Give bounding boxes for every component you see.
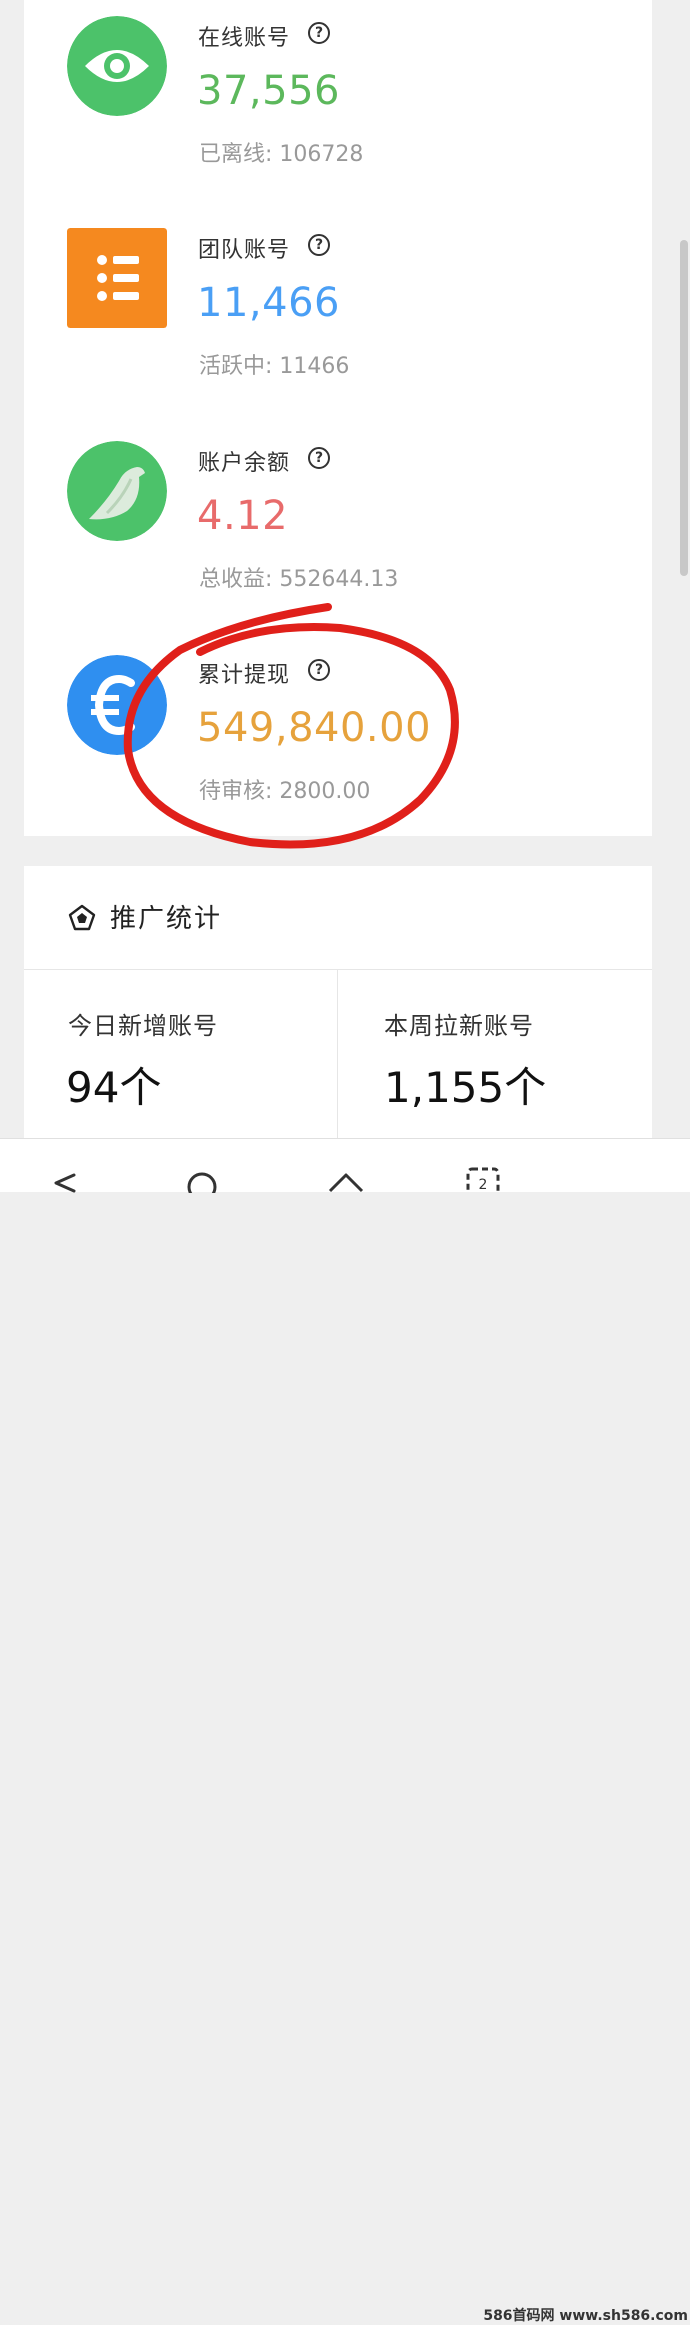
stat-label: 账户余额 — [198, 451, 291, 476]
watermark-text: 586首码网 www.sh586.com — [483, 2308, 688, 2324]
stat-label: 团队账号 — [198, 238, 291, 263]
help-icon[interactable]: ? — [308, 234, 330, 256]
scrollbar[interactable] — [680, 240, 688, 576]
stats-card: 在线账号 ? 37,556 已离线: 106728 团队账号 ? 11,466 … — [24, 0, 652, 836]
stat-sub: 活跃中: 11466 — [199, 354, 350, 379]
promo-today-cell[interactable]: 今日新增账号 94个 — [24, 970, 338, 1138]
euro-icon — [67, 655, 167, 755]
stat-sub: 总收益: 552644.13 — [199, 567, 399, 592]
stat-online-accounts[interactable]: 在线账号 ? 37,556 已离线: 106728 — [24, 0, 652, 200]
stat-sub: 已离线: 106728 — [199, 142, 364, 167]
promo-stats-card: 推广统计 今日新增账号 94个 本周拉新账号 1,155个 — [24, 866, 652, 1138]
week-new-label: 本周拉新账号 — [384, 1012, 534, 1040]
promo-title: 推广统计 — [110, 904, 223, 934]
today-new-label: 今日新增账号 — [68, 1012, 218, 1040]
recent-apps-icon[interactable]: 2 — [462, 1161, 506, 1193]
help-icon[interactable]: ? — [308, 22, 330, 44]
help-icon[interactable]: ? — [308, 447, 330, 469]
stat-total-withdrawal[interactable]: 累计提现 ? 549,840.00 待审核: 2800.00 — [24, 637, 652, 837]
stat-value: 37,556 — [197, 68, 340, 114]
help-icon[interactable]: ? — [308, 659, 330, 681]
house-icon[interactable] — [324, 1161, 368, 1193]
svg-text:2: 2 — [479, 1177, 488, 1193]
stat-label: 累计提现 — [198, 663, 291, 688]
today-new-value: 94个 — [66, 1063, 162, 1112]
promo-week-cell[interactable]: 本周拉新账号 1,155个 — [338, 970, 652, 1138]
stat-label: 在线账号 — [198, 26, 291, 51]
stat-value: 4.12 — [197, 493, 289, 539]
home-icon[interactable] — [180, 1161, 224, 1193]
pentagon-icon — [68, 904, 96, 931]
list-icon — [67, 228, 167, 328]
system-nav-bar: 2 586首码网 www.sh586.com — [0, 1138, 690, 2324]
bird-icon — [67, 441, 167, 541]
back-icon[interactable] — [44, 1161, 88, 1193]
stat-value: 11,466 — [197, 280, 340, 326]
eye-icon — [67, 16, 167, 116]
stat-sub: 待审核: 2800.00 — [199, 779, 371, 804]
stat-team-accounts[interactable]: 团队账号 ? 11,466 活跃中: 11466 — [24, 212, 652, 412]
week-new-value: 1,155个 — [384, 1063, 547, 1112]
stat-account-balance[interactable]: 账户余额 ? 4.12 总收益: 552644.13 — [24, 425, 652, 625]
stat-value: 549,840.00 — [197, 705, 432, 751]
promo-header: 推广统计 — [24, 866, 652, 970]
